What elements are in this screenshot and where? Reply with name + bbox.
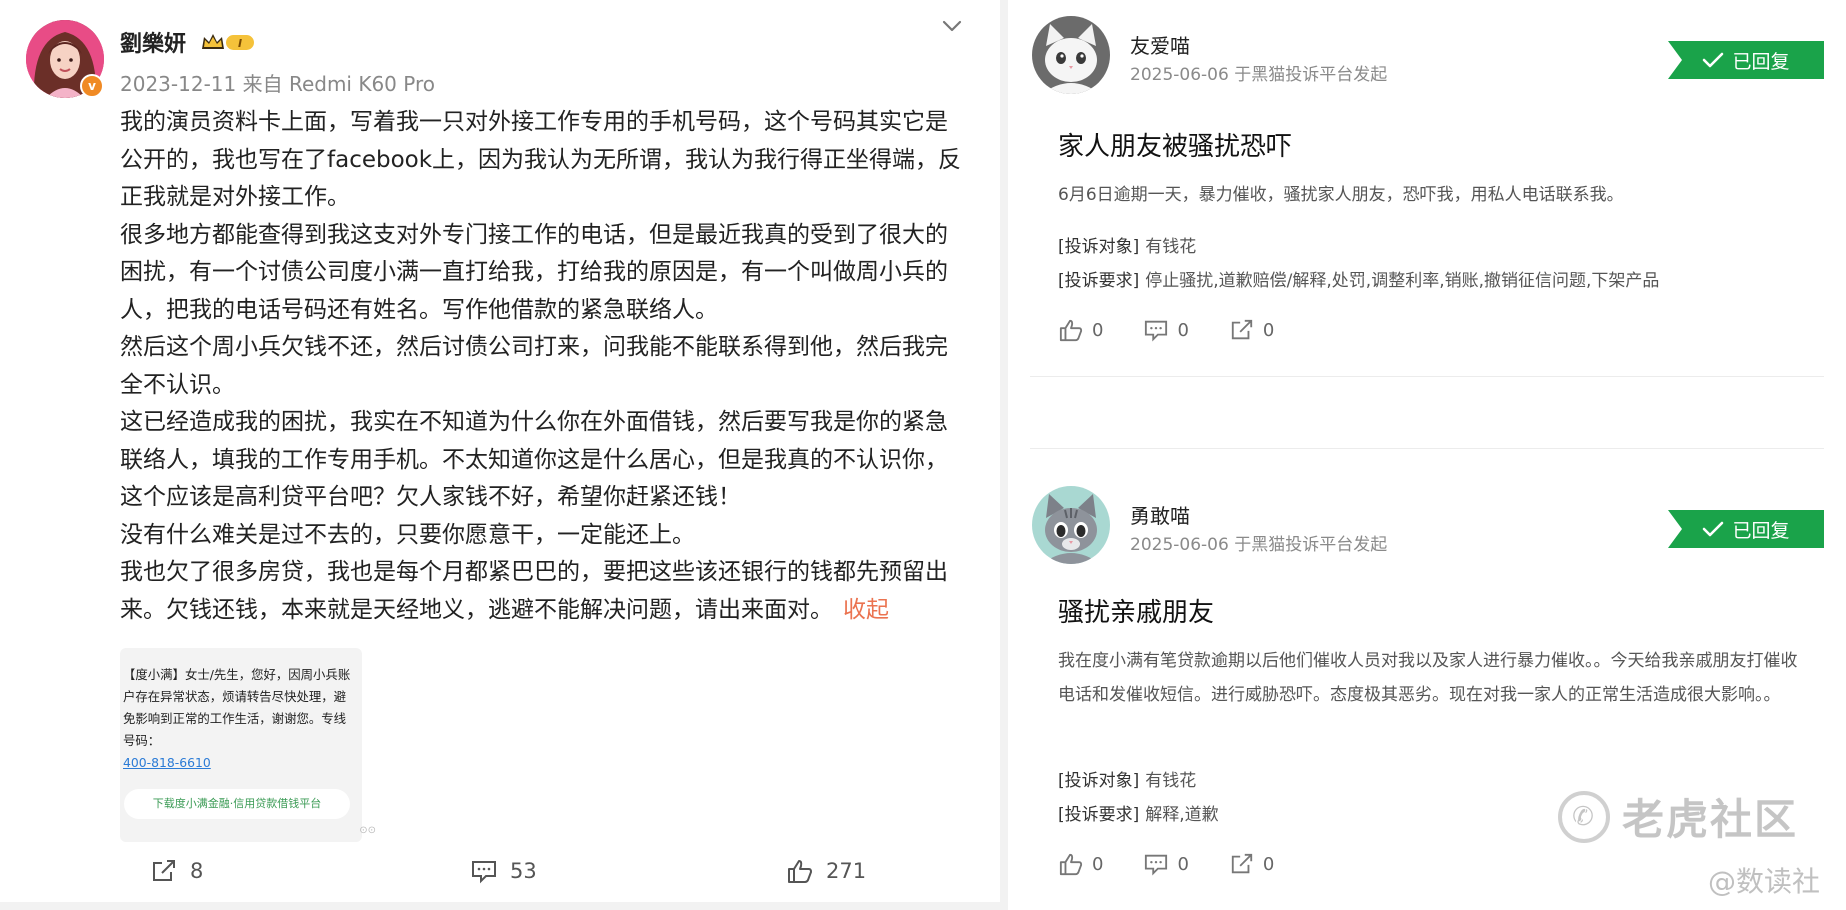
crown-level-badge-icon: I [200,31,258,53]
complaint-description: 6月6日逾期一天，暴力催收，骚扰家人朋友，恐吓我，用私人电话联系我。 [1058,185,1624,205]
replied-status-badge: 已回复 [1668,41,1824,79]
sms-download-banner: 下载度小满金融·信用贷款借钱平台 [124,789,350,819]
image-corner-icon: ⊙⊙ [359,825,376,836]
divider [1030,376,1824,377]
collapse-link[interactable]: 收起 [843,597,889,623]
share-icon [1231,853,1253,874]
thumbs-up-icon [788,860,812,883]
thumbs-up-icon [1059,319,1083,342]
like-count: 0 [1092,319,1104,341]
post-source: 来自 Redmi K60 Pro [242,72,435,96]
complaint-request: [投诉要求] 解释,道歉 [1058,800,1219,825]
check-icon [1703,521,1724,537]
share-count: 8 [190,859,204,883]
complaint-list: 友爱喵 2025-06-06 于黑猫投诉平台发起 已回复 家人朋友被骚扰恐吓 6… [1008,0,1846,910]
comment-button[interactable]: 0 [1143,852,1189,876]
request-label: [投诉要求] [1058,805,1140,825]
comment-count: 53 [510,859,537,883]
comment-icon [1145,320,1168,342]
user-name[interactable]: 友爱喵 [1130,30,1190,59]
complaint-target: [投诉对象] 有钱花 [1058,232,1196,257]
target-value: 有钱花 [1145,771,1197,791]
complaint-stats: 0 0 0 [1058,852,1274,876]
comment-count: 0 [1177,853,1189,875]
share-icon [153,860,175,881]
like-button[interactable]: 271 [786,858,866,884]
post-text: 我的演员资料卡上面，写着我一只对外接工作专用的手机号码，这个号码其实它是公开的，… [120,104,970,629]
chevron-down-icon[interactable] [940,14,964,38]
share-icon [1231,319,1253,340]
level-text: I [238,37,242,50]
verified-badge-icon: v [80,74,104,98]
share-button[interactable]: 8 [150,858,203,884]
sms-phone-link: 400-818-6610 [123,755,211,770]
user-avatar-white-cat[interactable] [1032,16,1110,94]
like-button[interactable]: 0 [1058,318,1103,342]
complaint-description: 我在度小满有笔贷款逾期以后他们催收人员对我以及家人进行暴力催收。。今天给我亲戚朋… [1058,651,1798,705]
comment-button[interactable]: 53 [470,858,537,884]
post-paragraph: 然后这个周小兵欠钱不还，然后讨债公司打来，问我能不能联系得到他，然后我完全不认识… [120,334,948,398]
user-avatar-gray-cat[interactable] [1032,486,1110,564]
replied-label: 已回复 [1732,519,1790,542]
watermark-sub-text: @数读社 [1708,865,1821,898]
share-button[interactable]: 0 [1229,318,1274,342]
like-count: 271 [826,859,867,883]
thumbs-up-icon [1059,853,1083,876]
target-value: 有钱花 [1145,237,1197,257]
sms-screenshot-image[interactable]: 【度小满】女士/先生，您好，因周小兵账户存在异常状态，烦请转告尽快处理，避免影响… [120,648,376,842]
complaint-date: 2025-06-06 于黑猫投诉平台发起 [1130,65,1388,85]
like-count: 0 [1092,853,1104,875]
target-label: [投诉对象] [1058,771,1140,791]
post-meta: 2023-12-11 来自 Redmi K60 Pro [120,68,435,97]
request-value: 停止骚扰,道歉赔偿/解释,处罚,调整利率,销账,撤销征信问题,下架产品 [1145,271,1660,291]
user-name[interactable]: 勇敢喵 [1130,500,1190,529]
like-button[interactable]: 0 [1058,852,1103,876]
complaint-stats: 0 0 0 [1058,318,1274,342]
comment-icon [472,861,496,884]
post-paragraph-last: 我也欠了很多房贷，我也是每个月都紧巴巴的，要把这些该还银行的钱都先预留出来。欠钱… [120,554,970,629]
share-count: 0 [1262,853,1275,875]
request-value: 解释,道歉 [1145,805,1219,825]
post-paragraph: 很多地方都能查得到我这支对外专门接工作的电话，但是最近我真的受到了很大的困扰，有… [120,221,948,323]
post-paragraph: 这已经造成我的困扰，我实在不知道为什么你在外面借钱，然后要写我是你的紧急联络人，… [120,409,948,510]
complaint-date: 2025-06-06 于黑猫投诉平台发起 [1130,535,1388,555]
weibo-post: v 劉樂妍 I 2023-12-11 来自 Redmi K60 Pro 我的演员… [0,0,1000,902]
replied-label: 已回复 [1732,50,1790,73]
sms-text: 【度小满】女士/先生，您好，因周小兵账户存在异常状态，烦请转告尽快处理，避免影响… [123,667,351,748]
comment-count: 0 [1177,319,1189,341]
share-count: 0 [1262,319,1275,341]
replied-status-badge: 已回复 [1668,510,1824,548]
complaint-title[interactable]: 骚扰亲戚朋友 [1058,592,1214,629]
watermark-main-text: 老虎社区 [1622,795,1799,844]
post-paragraph: 没有什么难关是过不去的，只要你愿意干，一定能还上。 [120,521,695,548]
request-label: [投诉要求] [1058,271,1140,291]
complaint-target: [投诉对象] 有钱花 [1058,766,1196,791]
post-date: 2023-12-11 [120,72,237,96]
comment-button[interactable]: 0 [1143,318,1189,342]
author-name[interactable]: 劉樂妍 [120,26,186,58]
divider [1030,448,1824,449]
complaint-request: [投诉要求] 停止骚扰,道歉赔偿/解释,处罚,调整利率,销账,撤销征信问题,下架产… [1058,266,1659,291]
watermark-logo: ✆ 老虎社区 [1558,786,1798,847]
target-label: [投诉对象] [1058,237,1140,257]
post-paragraph-text: 我也欠了很多房贷，我也是每个月都紧巴巴的，要把这些该还银行的钱都先预留出来。欠钱… [120,559,948,623]
complaint-title[interactable]: 家人朋友被骚扰恐吓 [1058,126,1292,163]
author-avatar[interactable]: v [26,20,104,98]
comment-icon [1145,854,1168,876]
post-paragraph: 我的演员资料卡上面，写着我一只对外接工作专用的手机号码，这个号码其实它是公开的，… [120,109,962,210]
check-icon [1703,52,1724,68]
share-button[interactable]: 0 [1229,852,1274,876]
tiger-logo-icon: ✆ [1558,790,1610,843]
